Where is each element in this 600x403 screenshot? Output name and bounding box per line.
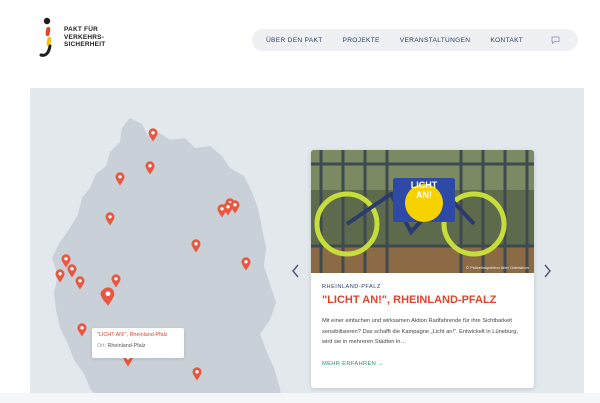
map-pin-icon[interactable] (111, 274, 121, 288)
map-pin-icon[interactable] (191, 239, 201, 253)
tooltip-location-label: Ort: (97, 343, 106, 349)
bicycle-photo (311, 150, 534, 273)
photo-sign-text: LICHT AN! (410, 180, 438, 200)
map-pin-icon[interactable] (148, 128, 158, 142)
logo-line: PAKT FÜR (64, 26, 98, 33)
tooltip-location: Ort: Rheinland-Pfalz (97, 343, 179, 349)
tooltip-location-value: Rheinland-Pfalz (107, 343, 146, 349)
map-pin-icon[interactable] (75, 276, 85, 290)
map-tooltip: "LICHT AN!", Rheinland-Pfalz Ort: Rheinl… (92, 328, 184, 358)
prev-arrow-icon[interactable] (290, 263, 302, 279)
map-pin-icon[interactable] (241, 257, 251, 271)
project-photo: LICHT AN! © Polizeiinspektion Alter Oder… (311, 150, 534, 273)
tooltip-title: "LICHT AN!", Rheinland-Pfalz (97, 332, 168, 338)
nav-item-projekte[interactable]: PROJEKTE (343, 37, 380, 44)
card-category: RHEINLAND-PFALZ (322, 284, 381, 290)
map-pin-icon[interactable] (101, 287, 115, 307)
speech-bubble-icon[interactable] (551, 36, 560, 44)
site-logo[interactable]: PAKT FÜR VERKEHRS- SICHERHEIT (38, 16, 128, 60)
map-pin-icon[interactable] (192, 367, 202, 381)
next-arrow-icon[interactable] (541, 263, 553, 279)
map-pin-icon[interactable] (55, 269, 65, 283)
main-nav: ÜBER DEN PAKT PROJEKTE VERANSTALTUNGEN K… (252, 29, 578, 51)
nav-item-ueber-den-pakt[interactable]: ÜBER DEN PAKT (266, 37, 323, 44)
card-title[interactable]: "LICHT AN!", RHEINLAND-PFALZ (322, 294, 496, 306)
photo-caption: © Polizeiinspektion Alter Oderstrom (466, 265, 529, 270)
project-card[interactable]: LICHT AN! © Polizeiinspektion Alter Oder… (311, 150, 534, 388)
map-pin-icon[interactable] (105, 212, 115, 226)
logo-line: SICHERHEIT (64, 41, 106, 48)
map-pin-icon[interactable] (145, 161, 155, 175)
map-pin-icon[interactable] (223, 202, 233, 216)
read-more-link[interactable]: MEHR ERFAHREN → (322, 361, 384, 367)
card-description: Mit einer einfachen und wirksamen Aktion… (322, 318, 518, 345)
site-header: PAKT FÜR VERKEHRS- SICHERHEIT ÜBER DEN P… (0, 0, 600, 78)
logo-line: VERKEHRS- (64, 33, 105, 41)
page-bottom-edge (0, 393, 600, 403)
map-pin-icon[interactable] (115, 172, 125, 186)
nav-item-veranstaltungen[interactable]: VERANSTALTUNGEN (400, 37, 471, 44)
logo-text: PAKT FÜR VERKEHRS- SICHERHEIT (64, 26, 105, 49)
logo-mark (39, 17, 52, 57)
nav-item-kontakt[interactable]: KONTAKT (490, 37, 523, 44)
map-pin-icon[interactable] (77, 323, 87, 337)
